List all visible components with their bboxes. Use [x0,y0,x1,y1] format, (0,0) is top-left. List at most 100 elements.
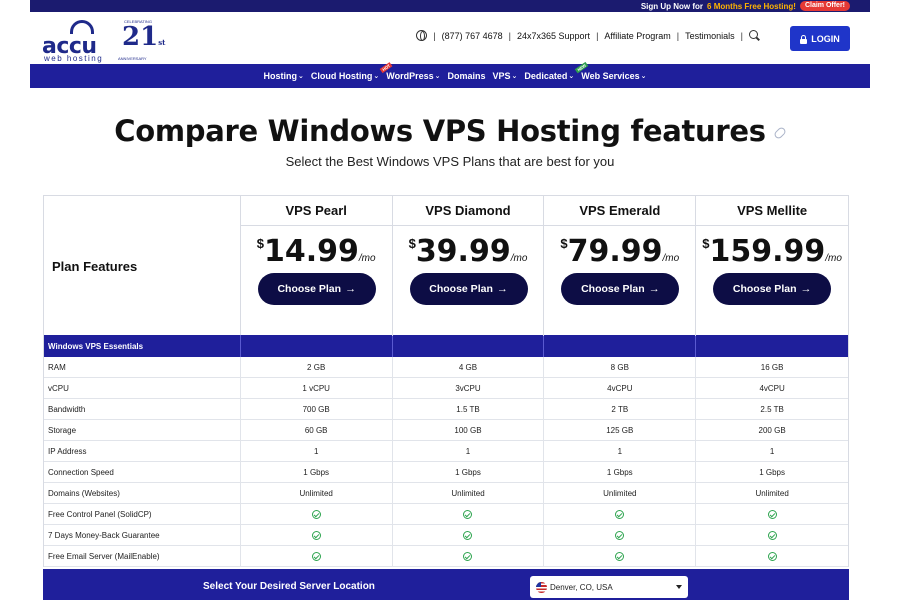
feature-value: 8 GB [544,357,697,377]
promo-text: Sign Up Now for [640,1,704,11]
table-row: Free Control Panel (SolidCP) [44,504,848,525]
feature-name: vCPU [44,378,241,398]
choose-plan-label: Choose Plan [581,283,645,295]
chevron-down-icon: ⌄ [373,73,380,80]
section-label: Windows VPS Essentials [44,335,241,357]
choose-plan-button[interactable]: Choose Plan → [257,273,376,305]
feature-value: 1 Gbps [544,462,697,482]
nav-item-label: Dedicated [524,71,568,81]
nav-item-label: WordPress [386,71,434,81]
promo-highlight: 6 Months Free Hosting! [707,1,796,11]
feature-name: Domains (Websites) [44,483,241,503]
feature-value: 16 GB [760,362,784,372]
feature-name: 7 Days Money-Back Guarantee [44,525,241,545]
table-row: Free Email Server (MailEnable) [44,546,848,567]
feature-value: 1 [393,441,545,461]
feature-value: 1 Gbps [759,467,785,477]
logo[interactable]: accu web hosting CELEBRATING 21st ANNIVE… [42,18,172,63]
support-link[interactable]: 24x7x365 Support [517,31,590,41]
feature-value: 2 GB [241,357,393,377]
plan-price: $14.99/mo [241,234,392,269]
feature-value [241,504,393,524]
feature-value: Unlimited [393,483,545,503]
table-row: Bandwidth 700 GB 1.5 TB 2 TB 2.5 TB [44,399,848,420]
chevron-down-icon: ⌄ [511,73,518,80]
location-bar: Select Your Desired Server Location Denv… [43,569,849,600]
location-select[interactable]: Denver, CO, USA [530,576,688,598]
claim-offer-button[interactable]: Claim Offer! [799,1,850,11]
feature-value: 4vCPU [759,383,785,393]
table-row: Connection Speed 1 Gbps 1 Gbps 1 Gbps 1 Gbps [44,462,848,483]
nav-item-cloud-hosting[interactable]: Cloud Hosting ⌄ [311,71,379,81]
nav-item-domains[interactable]: Domains [447,71,485,81]
check-circle-icon [767,530,777,540]
link-icon[interactable] [772,125,787,141]
globe-icon[interactable] [416,30,428,41]
check-circle-icon [463,509,473,519]
choose-plan-button[interactable]: Choose Plan → [713,273,832,305]
feature-value: 1 [769,446,775,456]
feature-value [696,546,848,566]
feature-value: 125 GB [544,420,697,440]
section-cell [393,335,545,357]
page: Sign Up Now for 6 Months Free Hosting! C… [0,0,900,600]
login-label: LOGIN [811,33,840,44]
table-row: IP Address 1 1 1 1 [44,441,848,462]
feature-value: 2.5 TB [760,404,784,414]
affiliate-link[interactable]: Affiliate Program [604,31,670,41]
price-amount: 79.99 [567,234,663,269]
nav-item-vps[interactable]: VPS ⌄ [492,71,517,81]
price-currency: $ [408,236,416,251]
plan-column: VPS Diamond $39.99/mo Choose Plan → [392,196,545,336]
feature-value: 3vCPU [393,378,545,398]
plan-name: VPS Pearl [240,196,392,226]
check-circle-icon [767,509,777,519]
plans-header: Plan Features VPS Pearl $14.99/mo Choose P… [44,195,849,336]
comparison-table: Plan Features VPS Pearl $14.99/mo Choose P… [43,195,849,567]
nav-item-dedicated[interactable]: Dedicated ⌄ [524,71,574,81]
phone-link[interactable]: (877) 767 4678 [442,31,503,41]
feature-value [241,525,393,545]
nav-item-wordpress[interactable]: HOT WordPress ⌄ [379,61,440,81]
chevron-down-icon: ⌄ [568,73,575,80]
feature-value [393,546,545,566]
price-currency: $ [560,236,568,251]
feature-value: 4 GB [393,357,545,377]
location-selected: Denver, CO, USA [550,582,613,592]
feature-value: 4vCPU [544,378,697,398]
login-button[interactable]: LOGIN [790,26,850,51]
table-row: Storage 60 GB 100 GB 125 GB 200 GB [44,420,848,441]
arrow-right-icon: → [496,283,508,295]
table-row: vCPU 1 vCPU 3vCPU 4vCPU 4vCPU [44,378,848,399]
choose-plan-button[interactable]: Choose Plan → [409,273,528,305]
price-period: /mo [662,253,680,264]
price-currency: $ [256,236,264,251]
feature-value: 2 TB [544,399,697,419]
page-subtitle: Select the Best Windows VPS Plans that a… [285,154,615,169]
feature-name: Connection Speed [44,462,241,482]
table-row: 7 Days Money-Back Guarantee [44,525,848,546]
check-circle-icon [311,551,321,561]
feature-name: Bandwidth [44,399,241,419]
nav-item-hosting[interactable]: Hosting ⌄ [263,71,303,81]
feature-value: 1 [544,441,697,461]
nav-item-label: Hosting [263,71,297,81]
feature-value: 1.5 TB [393,399,545,419]
check-circle-icon [311,509,321,519]
nav-item-web-services[interactable]: NEW Web Services ⌄ [575,61,647,81]
check-circle-icon [463,551,473,561]
location-label: Select Your Desired Server Location [203,581,375,592]
choose-plan-button[interactable]: Choose Plan → [561,273,680,305]
price-period: /mo [358,253,376,264]
plan-price: $79.99/mo [544,234,695,269]
plan-features-label: Plan Features [44,196,241,336]
price-amount: 159.99 [709,234,826,269]
top-nav: | (877) 767 4678 | 24x7x365 Support | Af… [416,30,760,41]
feature-value: 60 GB [241,420,393,440]
search-icon[interactable] [749,30,760,41]
feature-value: 1 Gbps [393,462,545,482]
testimonials-link[interactable]: Testimonials [685,31,735,41]
feature-value [544,525,697,545]
table-row: RAM 2 GB 4 GB 8 GB 16 GB [44,357,848,378]
nav-item-label: Cloud Hosting [310,71,373,81]
